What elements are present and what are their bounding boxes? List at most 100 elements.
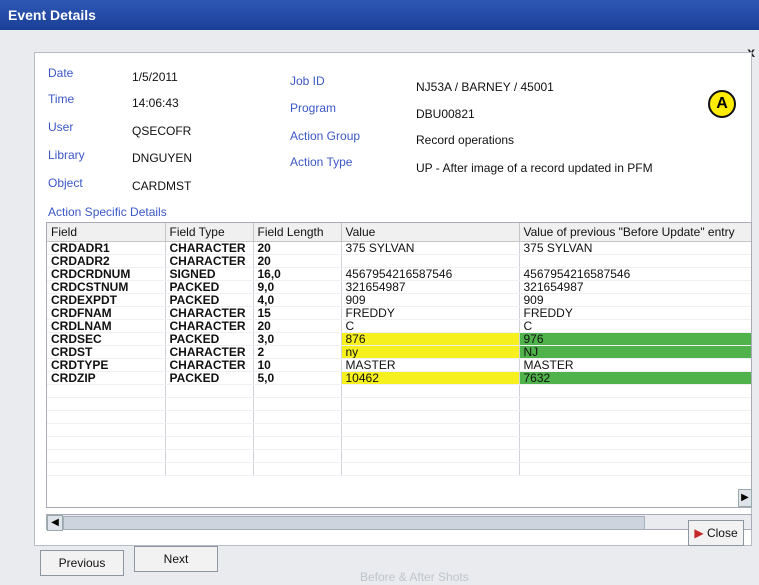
previous-value-cell-changed: 976: [519, 332, 751, 346]
previous-button[interactable]: Previous: [40, 550, 124, 576]
table-row[interactable]: CRDFNAM CHARACTER 15 FREDDY FREDDY: [47, 306, 751, 320]
object-value: CARDMST: [132, 179, 192, 193]
date-label: Date: [48, 66, 74, 80]
value-cell: 375 SYLVAN: [341, 241, 520, 255]
scroll-right-arrow-icon[interactable]: ▶: [738, 489, 752, 507]
empty-row: [47, 423, 751, 437]
previous-value-cell: FREDDY: [519, 306, 751, 320]
type-cell: PACKED: [165, 293, 254, 307]
value-cell-changed: 10462: [341, 371, 520, 385]
field-cell: CRDSEC: [47, 332, 166, 346]
scroll-left-arrow-icon[interactable]: ◀: [47, 515, 63, 531]
program-label: Program: [290, 101, 337, 115]
window-title: Event Details: [8, 7, 96, 23]
type-cell: CHARACTER: [165, 254, 254, 268]
table-row[interactable]: CRDLNAM CHARACTER 20 C C: [47, 319, 751, 333]
scrollbar-thumb[interactable]: [63, 516, 645, 530]
table-row[interactable]: CRDSEC PACKED 3,0 876 976: [47, 332, 751, 346]
header-previous-value[interactable]: Value of previous "Before Update" entry: [519, 223, 751, 242]
header-field[interactable]: Field: [47, 223, 166, 242]
empty-row: [47, 397, 751, 411]
table-row[interactable]: CRDADR2 CHARACTER 20: [47, 254, 751, 268]
length-cell: 9,0: [253, 280, 342, 294]
user-label: User: [48, 120, 74, 134]
length-cell: 3,0: [253, 332, 342, 346]
length-cell: 16,0: [253, 267, 342, 281]
table-row[interactable]: CRDADR1 CHARACTER 20 375 SYLVAN 375 SYLVAN: [47, 241, 751, 255]
event-details-window: Event Details x Date 1/5/2011 Time 14:06…: [0, 0, 759, 585]
value-cell: 4567954216587546: [341, 267, 520, 281]
type-cell: CHARACTER: [165, 241, 254, 255]
length-cell: 2: [253, 345, 342, 359]
object-label: Object: [48, 176, 83, 190]
empty-row: [47, 449, 751, 463]
table-row[interactable]: CRDCSTNUM PACKED 9,0 321654987 321654987: [47, 280, 751, 294]
table-row[interactable]: CRDZIP PACKED 5,0 10462 7632: [47, 371, 751, 385]
action-type-value: UP - After image of a record updated in …: [416, 161, 653, 175]
footer-caption: Before & After Shots: [360, 570, 469, 584]
action-group-value: Record operations: [416, 133, 515, 147]
value-cell: 909: [341, 293, 520, 307]
field-cell: CRDTYPE: [47, 358, 166, 372]
empty-row: [47, 462, 751, 476]
field-cell: CRDCRDNUM: [47, 267, 166, 281]
header-field-length[interactable]: Field Length: [253, 223, 342, 242]
empty-row: [47, 436, 751, 450]
type-cell: CHARACTER: [165, 345, 254, 359]
title-bar: Event Details: [0, 0, 759, 30]
header-field-type[interactable]: Field Type: [165, 223, 254, 242]
program-value: DBU00821: [416, 107, 475, 121]
type-cell: PACKED: [165, 332, 254, 346]
empty-row: [47, 410, 751, 424]
field-cell: CRDEXPDT: [47, 293, 166, 307]
length-cell: 20: [253, 254, 342, 268]
field-cell: CRDLNAM: [47, 319, 166, 333]
value-cell: MASTER: [341, 358, 520, 372]
previous-value-cell: C: [519, 319, 751, 333]
table-row[interactable]: CRDCRDNUM SIGNED 16,0 4567954216587546 45679…: [47, 267, 751, 281]
value-cell: 321654987: [341, 280, 520, 294]
value-cell: FREDDY: [341, 306, 520, 320]
length-cell: 20: [253, 241, 342, 255]
action-group-label: Action Group: [290, 129, 361, 143]
jobid-value: NJ53A / BARNEY / 45001: [416, 80, 554, 94]
table-row[interactable]: CRDST CHARACTER 2 ny NJ: [47, 345, 751, 359]
next-button[interactable]: Next: [134, 546, 218, 572]
field-cell: CRDCSTNUM: [47, 280, 166, 294]
type-cell: CHARACTER: [165, 306, 254, 320]
value-cell: [341, 254, 520, 268]
value-cell-changed: 876: [341, 332, 520, 346]
length-cell: 5,0: [253, 371, 342, 385]
close-label: Close: [706, 526, 738, 540]
value-cell-changed: ny: [341, 345, 520, 359]
close-button[interactable]: ▶ Close: [688, 520, 744, 546]
previous-value-cell-changed: NJ: [519, 345, 751, 359]
previous-value-cell: MASTER: [519, 358, 751, 372]
length-cell: 10: [253, 358, 342, 372]
type-cell: CHARACTER: [165, 358, 254, 372]
type-cell: PACKED: [165, 280, 254, 294]
action-type-label: Action Type: [290, 155, 353, 169]
value-cell: C: [341, 319, 520, 333]
jobid-label: Job ID: [290, 74, 325, 88]
previous-value-cell-changed: 7632: [519, 371, 751, 385]
length-cell: 15: [253, 306, 342, 320]
length-cell: 4,0: [253, 293, 342, 307]
previous-value-cell: 4567954216587546: [519, 267, 751, 281]
previous-value-cell: 321654987: [519, 280, 751, 294]
table-row[interactable]: CRDEXPDT PACKED 4,0 909 909: [47, 293, 751, 307]
field-cell: CRDADR1: [47, 241, 166, 255]
time-label: Time: [48, 92, 75, 106]
table-header-row: Field Field Type Field Length Value Valu…: [47, 223, 751, 242]
close-door-icon: ▶: [694, 526, 704, 540]
field-cell: CRDADR2: [47, 254, 166, 268]
header-value[interactable]: Value: [341, 223, 520, 242]
audit-status-badge: A: [708, 90, 736, 118]
section-label: Action Specific Details: [48, 205, 167, 219]
table-row[interactable]: CRDTYPE CHARACTER 10 MASTER MASTER: [47, 358, 751, 372]
horizontal-scrollbar[interactable]: ◀: [46, 514, 752, 531]
library-value: DNGUYEN: [132, 151, 193, 165]
library-label: Library: [48, 148, 85, 162]
field-cell: CRDZIP: [47, 371, 166, 385]
empty-row: [47, 384, 751, 398]
